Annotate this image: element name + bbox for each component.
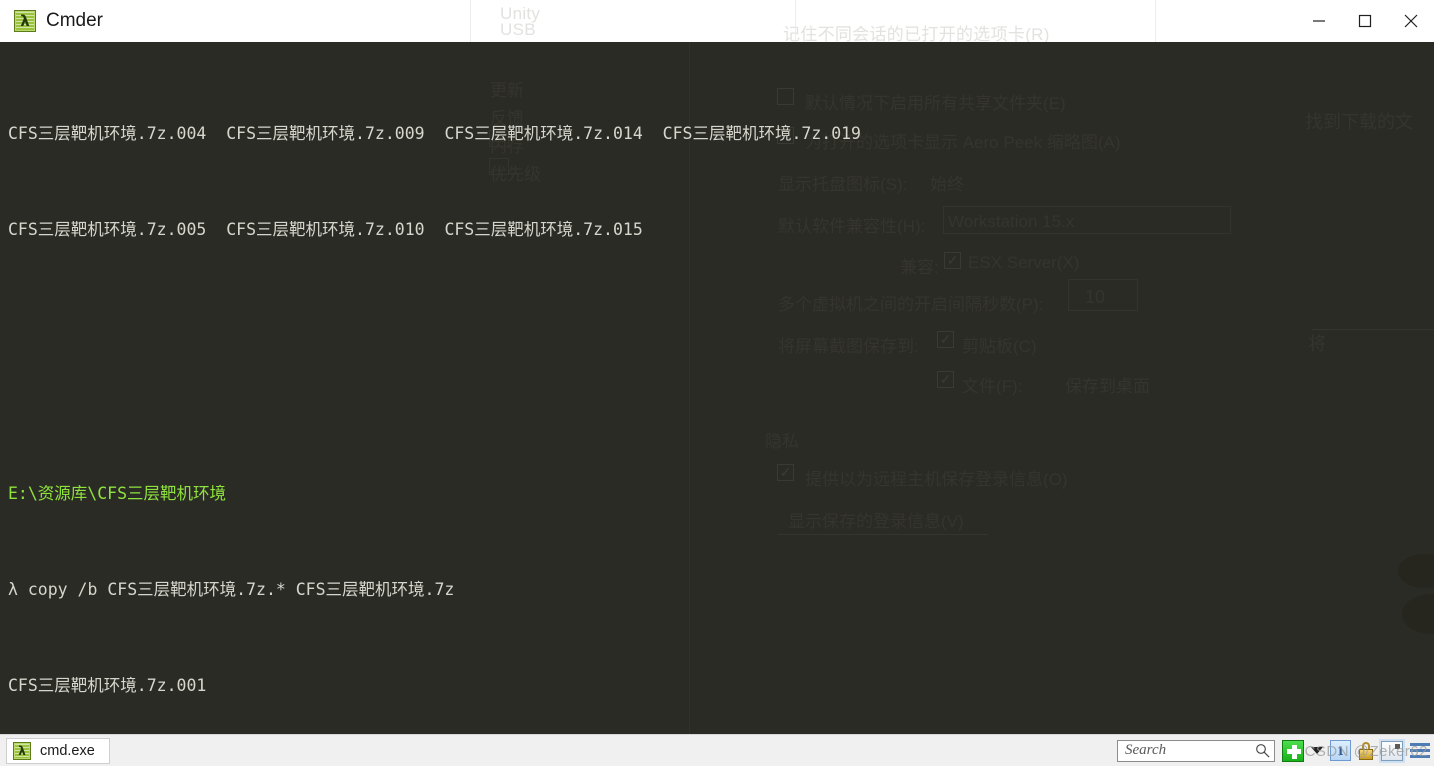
search-box[interactable] [1117, 739, 1275, 762]
close-icon[interactable] [1388, 0, 1434, 42]
lambda-icon-glyph: λ [20, 11, 30, 30]
lock-icon[interactable] [1358, 741, 1374, 761]
file-col-4: CFS三层靶机环境.7z.019 [662, 124, 861, 143]
console-tab-label: cmd.exe [40, 742, 95, 759]
search-icon [1256, 744, 1270, 758]
lambda-icon: λ [14, 10, 36, 32]
lambda-icon-glyph: λ [18, 743, 26, 758]
command-text: copy /b CFS三层靶机环境.7z.* CFS三层靶机环境.7z [27, 580, 455, 599]
terminal-line: CFS三层靶机环境.7z.005 CFS三层靶机环境.7z.010 CFS三层靶… [8, 218, 1434, 242]
file-col-1: CFS三层靶机环境.7z.005 [8, 220, 207, 239]
lambda-prompt: λ [8, 580, 18, 599]
minimize-icon[interactable] [1296, 0, 1342, 42]
chevron-down-icon[interactable] [1311, 747, 1323, 754]
terminal-line: CFS三层靶机环境.7z.004 CFS三层靶机环境.7z.009 CFS三层靶… [8, 122, 1434, 146]
lambda-icon: λ [13, 741, 31, 760]
tab-count-badge[interactable]: 1 [1330, 740, 1351, 761]
terminal-line: CFS三层靶机环境.7z.001 [8, 676, 207, 695]
new-console-plus-icon[interactable] [1282, 739, 1304, 762]
file-col-2: CFS三层靶机环境.7z.010 [226, 220, 425, 239]
status-bar: λ cmd.exe 1 [0, 734, 1434, 766]
prompt-path: E:\资源库\CFS三层靶机环境 [8, 484, 227, 503]
lines-icon-bar [1410, 743, 1430, 746]
title-bar-left: λ Cmder [0, 10, 103, 32]
lines-icon-bar [1410, 749, 1430, 752]
lock-icon-body [1359, 748, 1373, 760]
window-title: Cmder [46, 10, 104, 31]
lines-icon[interactable] [1410, 743, 1430, 758]
terminal-command-line: λ copy /b CFS三层靶机环境.7z.* CFS三层靶机环境.7z [8, 578, 1434, 602]
title-bar: λ Cmder [0, 0, 1434, 42]
terminal-output: CFS三层靶机环境.7z.004 CFS三层靶机环境.7z.009 CFS三层靶… [0, 42, 1434, 734]
terminal-surface[interactable]: 更新 反馈 内存 优先级 默认情况下启用所有共享文件夹(E) 为打开的选项卡显示… [0, 42, 1434, 734]
console-tab-cmd[interactable]: λ cmd.exe [6, 737, 110, 764]
search-input[interactable] [1125, 742, 1255, 759]
lines-icon-bar [1410, 755, 1430, 758]
window-controls [1296, 0, 1434, 42]
file-col-3: CFS三层靶机环境.7z.015 [444, 220, 643, 239]
status-bar-right: 1 CSDN @Zeker62 [1117, 738, 1434, 763]
file-col-1: CFS三层靶机环境.7z.004 [8, 124, 207, 143]
window-icon[interactable] [1379, 738, 1405, 763]
file-col-3: CFS三层靶机环境.7z.014 [444, 124, 643, 143]
file-col-2: CFS三层靶机环境.7z.009 [226, 124, 425, 143]
maximize-icon[interactable] [1342, 0, 1388, 42]
cmder-window: Unity USB 记住不同会话的已打开的选项卡(R) λ Cmder 更新 反… [0, 0, 1434, 766]
